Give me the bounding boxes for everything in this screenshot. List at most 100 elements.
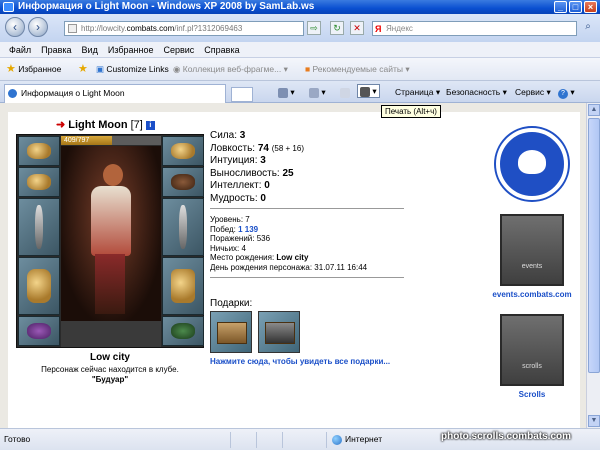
slot-rings[interactable] xyxy=(162,136,204,166)
help-button[interactable]: ? ▾ xyxy=(558,86,575,99)
home-button[interactable]: ▾ xyxy=(278,86,295,98)
go-icon[interactable]: ⇨ xyxy=(307,21,321,35)
divider xyxy=(210,208,404,209)
menu-bar: Файл Правка Вид Избранное Сервис Справка xyxy=(0,42,600,58)
armor-icon xyxy=(27,269,51,303)
slot-leggings[interactable] xyxy=(162,257,204,315)
search-input[interactable]: Я Яндекс xyxy=(372,21,577,36)
gift-item[interactable] xyxy=(210,311,252,353)
tab-light-moon[interactable]: Информация о Light Moon xyxy=(4,84,226,103)
yandex-icon: Я xyxy=(375,24,382,34)
webslice-gallery[interactable]: ◉ Коллекция веб-фрагме... ▾ xyxy=(173,63,288,75)
info-value: 536 xyxy=(256,234,271,244)
info-label: Место рождения: xyxy=(210,253,275,263)
scrolls-banner[interactable]: scrolls xyxy=(500,314,564,386)
club-status: Персонаж сейчас находится в клубе. "Буду… xyxy=(16,365,204,385)
scroll-thumb[interactable] xyxy=(588,118,600,373)
info-value: Low city xyxy=(276,253,309,263)
all-gifts-link[interactable]: Нажмите сюда, чтобы увидеть все подарки.… xyxy=(210,357,390,366)
slot-boots[interactable] xyxy=(162,316,204,346)
info-value: 31.07.11 16:44 xyxy=(314,262,368,272)
feeds-button[interactable]: ▾ xyxy=(309,86,326,98)
customize-links-label: Customize Links xyxy=(106,64,169,74)
stat-intellect: Интеллект: 0 xyxy=(210,180,304,193)
amulet-icon xyxy=(27,173,51,191)
info-label: Уровень: xyxy=(210,215,244,224)
info-icon[interactable]: i xyxy=(145,120,155,130)
slot-armor[interactable] xyxy=(18,257,60,315)
combats-logo[interactable] xyxy=(496,128,568,200)
refresh-icon[interactable]: ↻ xyxy=(330,21,344,35)
page-icon xyxy=(68,24,77,33)
menu-favorites[interactable]: Избранное xyxy=(103,42,159,57)
address-input[interactable]: http://lowcity.combats.com/inf.pl?131206… xyxy=(64,21,304,36)
menu-file[interactable]: Файл xyxy=(4,42,36,57)
slot-belt[interactable] xyxy=(18,316,60,346)
stop-icon[interactable]: ✕ xyxy=(350,21,364,35)
suggested-label: Рекомендуемые сайты xyxy=(312,64,403,74)
favorites-bar: ★ Избранное ★ ▣ Customize Links ◉ Коллек… xyxy=(0,58,600,81)
events-banner[interactable]: events xyxy=(500,214,564,286)
stat-label: Интуиция: xyxy=(210,155,258,166)
emblem-banner xyxy=(61,321,161,347)
tools-menu-label: Сервис xyxy=(515,87,545,97)
stats-list: Сила: 3 Ловкость: 74 (58 + 16) Интуиция:… xyxy=(210,130,304,205)
favorites-button[interactable]: ★ Избранное xyxy=(6,63,61,75)
events-link[interactable]: events.combats.com xyxy=(482,290,582,299)
slot-amulet[interactable] xyxy=(18,167,60,197)
window-titlebar: Информация о Light Moon - Windows XP 200… xyxy=(0,0,600,14)
mail-button[interactable] xyxy=(340,86,350,98)
search-icon[interactable]: ⌕ xyxy=(581,21,595,35)
print-button[interactable]: ▾ xyxy=(357,84,380,98)
menu-tools[interactable]: Сервис xyxy=(158,42,199,57)
menu-help[interactable]: Справка xyxy=(199,42,244,57)
close-button[interactable]: × xyxy=(584,1,597,13)
scroll-up-icon[interactable]: ▲ xyxy=(588,104,600,116)
stat-wisdom: Мудрость: 0 xyxy=(210,193,304,206)
gloves-icon xyxy=(171,173,195,191)
earrings-icon xyxy=(27,142,51,160)
new-tab-button[interactable] xyxy=(231,87,253,102)
menu-view[interactable]: Вид xyxy=(77,42,103,57)
stat-value: 3 xyxy=(239,130,246,141)
scrolls-banner-label: scrolls xyxy=(522,363,542,370)
stat-strength: Сила: 3 xyxy=(210,130,304,143)
minimize-button[interactable]: _ xyxy=(554,1,567,13)
suggested-icon: ■ xyxy=(305,64,311,74)
page-content: ➜ Light Moon [7] i 409/797 Low city Перс… xyxy=(0,103,600,428)
status-divider xyxy=(326,432,327,448)
security-zone[interactable]: Интернет xyxy=(332,434,382,445)
slot-gloves[interactable] xyxy=(162,167,204,197)
info-label: Поражений: xyxy=(210,234,255,244)
stat-value: 74 xyxy=(257,142,269,154)
maximize-button[interactable]: □ xyxy=(569,1,582,13)
scroll-down-icon[interactable]: ▼ xyxy=(588,415,600,427)
scrolls-link[interactable]: Scrolls xyxy=(482,390,582,399)
home-icon xyxy=(278,87,288,98)
wins-link[interactable]: 1 139 xyxy=(238,225,258,234)
slot-weapon-right[interactable] xyxy=(162,198,204,256)
slot-weapon-left[interactable] xyxy=(18,198,60,256)
vertical-scrollbar[interactable]: ▲ ▼ xyxy=(586,103,600,428)
link-icon: ▣ xyxy=(96,64,105,74)
status-divider xyxy=(230,432,231,448)
menu-edit[interactable]: Правка xyxy=(36,42,76,57)
club-status-text: Персонаж сейчас находится в клубе. xyxy=(41,365,179,374)
info-value: 7 xyxy=(245,215,250,224)
gift-item[interactable] xyxy=(258,311,300,353)
tools-menu[interactable]: Сервис ▾ xyxy=(515,86,551,98)
customize-links[interactable]: ▣ Customize Links xyxy=(96,63,169,75)
print-icon xyxy=(360,86,370,97)
page-menu[interactable]: Страница ▾ xyxy=(395,86,440,98)
add-favorite-button[interactable]: ★ xyxy=(78,63,88,75)
info-wins: Побед: 1 139 xyxy=(210,225,367,235)
stat-label: Сила: xyxy=(210,130,237,141)
slot-earrings[interactable] xyxy=(18,136,60,166)
stat-endurance: Выносливость: 25 xyxy=(210,168,304,181)
stat-label: Мудрость: xyxy=(210,192,258,204)
rss-icon xyxy=(309,87,319,98)
suggested-sites[interactable]: ■ Рекомендуемые сайты ▾ xyxy=(305,63,410,75)
forward-button[interactable]: › xyxy=(28,17,48,37)
back-button[interactable]: ‹ xyxy=(5,17,25,37)
security-menu[interactable]: Безопасность ▾ xyxy=(446,86,507,98)
